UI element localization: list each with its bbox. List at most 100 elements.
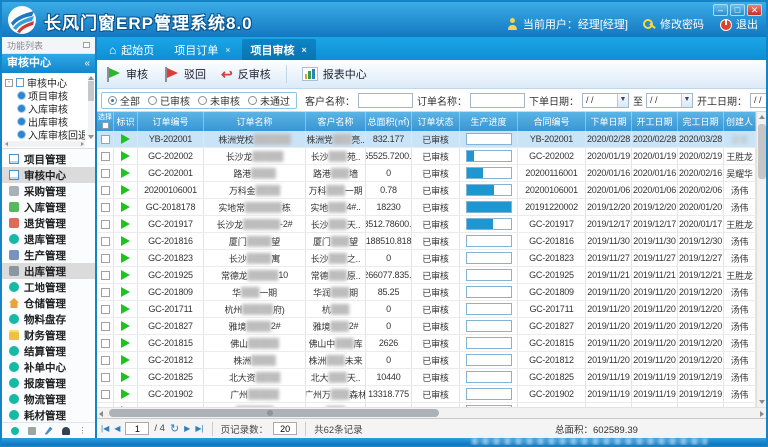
sidebar-item-1[interactable]: 项目管理 xyxy=(2,151,95,167)
tab-3[interactable]: 项目审核× xyxy=(242,39,316,60)
column-header-10[interactable]: 下单日期 xyxy=(586,112,632,131)
tree-item-3[interactable]: 出库审核 xyxy=(5,115,85,128)
tree-item-2[interactable]: 入库审核 xyxy=(5,102,85,115)
table-row[interactable]: GC-201816厦门████望厦门███望188510.818已审核GC-20… xyxy=(97,233,756,250)
pen-icon[interactable] xyxy=(45,427,53,435)
tree-node-root[interactable]: -审核中心 xyxy=(5,76,85,89)
page-size-input[interactable] xyxy=(273,422,297,435)
sidebar-item-16[interactable]: 物流管理 xyxy=(2,391,95,407)
row-checkbox[interactable] xyxy=(101,373,110,382)
row-checkbox[interactable] xyxy=(101,220,110,229)
tree-expand-icon[interactable]: - xyxy=(5,79,13,87)
sidebar-item-12[interactable]: 财务管理 xyxy=(2,327,95,343)
prev-page-button[interactable]: ◀ xyxy=(114,424,120,433)
column-header-8[interactable]: 生产进度 xyxy=(460,112,518,131)
scroll-down-icon[interactable] xyxy=(759,400,765,404)
change-password-button[interactable]: 修改密码 xyxy=(643,16,704,32)
logout-button[interactable]: 退出 xyxy=(719,16,758,32)
scroll-down-icon[interactable] xyxy=(88,135,94,139)
toolbar-button-4[interactable]: 报表中心 xyxy=(302,66,367,82)
row-checkbox[interactable] xyxy=(101,186,110,195)
row-checkbox[interactable] xyxy=(101,271,110,280)
table-row[interactable]: GC-201825北大资████北大███天..10440已审核GC-20182… xyxy=(97,369,756,386)
table-row[interactable]: GC-2018178实地常██████栋实地███4#..18230已审核201… xyxy=(97,199,756,216)
row-checkbox[interactable] xyxy=(101,254,110,263)
tab-2[interactable]: 项目订单× xyxy=(165,39,239,60)
scroll-right-icon[interactable] xyxy=(81,142,84,146)
column-header-4[interactable]: 订单名称 xyxy=(204,112,306,131)
tree-item-1[interactable]: 项目审核 xyxy=(5,89,85,102)
scroll-up-icon[interactable] xyxy=(759,115,765,119)
next-page-button[interactable]: ▶ xyxy=(184,424,190,433)
filter-date-input[interactable]: / /▼ xyxy=(750,93,766,108)
table-row[interactable]: GC-201917长沙龙██████-2#长沙███天..8512.78600.… xyxy=(97,216,756,233)
sidebar-item-14[interactable]: 补单中心 xyxy=(2,359,95,375)
radio-3[interactable]: 未审核 xyxy=(198,93,240,108)
first-page-button[interactable]: |◀ xyxy=(101,424,109,433)
scroll-left-icon[interactable] xyxy=(99,411,103,417)
scrollbar-thumb[interactable] xyxy=(109,409,439,417)
table-row[interactable]: GC-202001路港████路港███墙0已审核202001160012020… xyxy=(97,165,756,182)
chevron-down-icon[interactable]: ▼ xyxy=(617,94,628,107)
table-row[interactable]: GC-201925常德龙█████10常德███原..266077.835..已… xyxy=(97,267,756,284)
sidebar-group-header[interactable]: 审核中心 « xyxy=(2,54,95,73)
tree-vertical-scrollbar[interactable] xyxy=(88,76,94,139)
table-row[interactable]: GC-201809华███一期华润███期85.25已审核GC-20180920… xyxy=(97,284,756,301)
dot-icon[interactable] xyxy=(11,427,19,435)
sidebar-item-17[interactable]: 耗材管理 xyxy=(2,407,95,422)
row-checkbox[interactable] xyxy=(101,339,110,348)
row-checkbox[interactable] xyxy=(101,135,110,144)
tree-item-4[interactable]: 入库审核回退 xyxy=(5,128,85,141)
row-checkbox[interactable] xyxy=(101,152,110,161)
row-checkbox[interactable] xyxy=(101,203,110,212)
table-row[interactable]: GC-201711杭州█████府)杭███0已审核GC-2017112019/… xyxy=(97,301,756,318)
toolbar-button-1[interactable]: 审核 xyxy=(105,66,148,82)
row-checkbox[interactable] xyxy=(101,169,110,178)
filter-date-input[interactable]: / /▼ xyxy=(646,93,693,108)
filter-text-input[interactable] xyxy=(470,93,525,108)
column-header-1[interactable]: 选择 xyxy=(97,112,114,131)
table-row[interactable]: GC-201812株洲████株洲███未来0已审核GC-2018122019/… xyxy=(97,352,756,369)
tab-1[interactable]: ⌂起始页 xyxy=(100,39,163,60)
table-row[interactable]: GC-201902广州█████广州万███森林13318.775已审核GC-2… xyxy=(97,386,756,403)
collapse-icon[interactable]: « xyxy=(84,54,90,73)
column-header-7[interactable]: 订单状态 xyxy=(412,112,460,131)
sidebar-item-5[interactable]: 退货管理 xyxy=(2,215,95,231)
person-icon[interactable] xyxy=(62,427,70,435)
sidebar-item-9[interactable]: 工地管理 xyxy=(2,279,95,295)
column-header-3[interactable]: 订单编号 xyxy=(138,112,204,131)
radio-1[interactable]: 全部 xyxy=(108,93,140,108)
tab-close-icon[interactable]: × xyxy=(300,45,307,55)
scrollbar-thumb[interactable] xyxy=(88,81,94,101)
radio-2[interactable]: 已审核 xyxy=(148,93,190,108)
table-row[interactable]: GC-201823长沙████寓长沙███之..0已审核GC-201823201… xyxy=(97,250,756,267)
sidebar-item-7[interactable]: 生产管理 xyxy=(2,247,95,263)
tab-close-icon[interactable]: × xyxy=(223,45,230,55)
table-row[interactable]: GC-201827雅境████2#雅境███2#0已审核GC-201827201… xyxy=(97,318,756,335)
row-checkbox[interactable] xyxy=(101,322,110,331)
column-header-11[interactable]: 开工日期 xyxy=(632,112,678,131)
filter-date-input[interactable]: / /▼ xyxy=(582,93,629,108)
sidebar-item-3[interactable]: 采购管理 xyxy=(2,183,95,199)
toolbar-button-3[interactable]: ↩反审核 xyxy=(221,66,271,82)
grid-horizontal-scrollbar[interactable] xyxy=(97,407,766,418)
page-number-input[interactable] xyxy=(125,422,149,435)
column-header-12[interactable]: 完工日期 xyxy=(678,112,724,131)
pin-icon[interactable] xyxy=(83,42,90,48)
close-button[interactable]: ✕ xyxy=(747,4,762,16)
scroll-left-icon[interactable] xyxy=(5,142,8,146)
toolbar-button-2[interactable]: 驳回 xyxy=(163,66,206,82)
column-header-13[interactable]: 创建人 xyxy=(724,112,756,131)
column-header-5[interactable]: 客户名称 xyxy=(306,112,366,131)
scroll-right-icon[interactable] xyxy=(760,411,764,417)
go-refresh-icon[interactable]: ↻ xyxy=(170,422,179,435)
table-row[interactable]: GC-202002长沙龙█████长沙███苑..65525.7200..已审核… xyxy=(97,148,756,165)
sidebar-item-6[interactable]: 退库管理 xyxy=(2,231,95,247)
row-checkbox[interactable] xyxy=(101,390,110,399)
sidebar-item-4[interactable]: 入库管理 xyxy=(2,199,95,215)
row-checkbox[interactable] xyxy=(101,288,110,297)
table-row[interactable]: 20200106001万科金████万科███一期0.78已审核20200106… xyxy=(97,182,756,199)
column-header-9[interactable]: 合同编号 xyxy=(518,112,586,131)
row-checkbox[interactable] xyxy=(101,237,110,246)
tree-horizontal-scrollbar[interactable] xyxy=(4,141,85,147)
